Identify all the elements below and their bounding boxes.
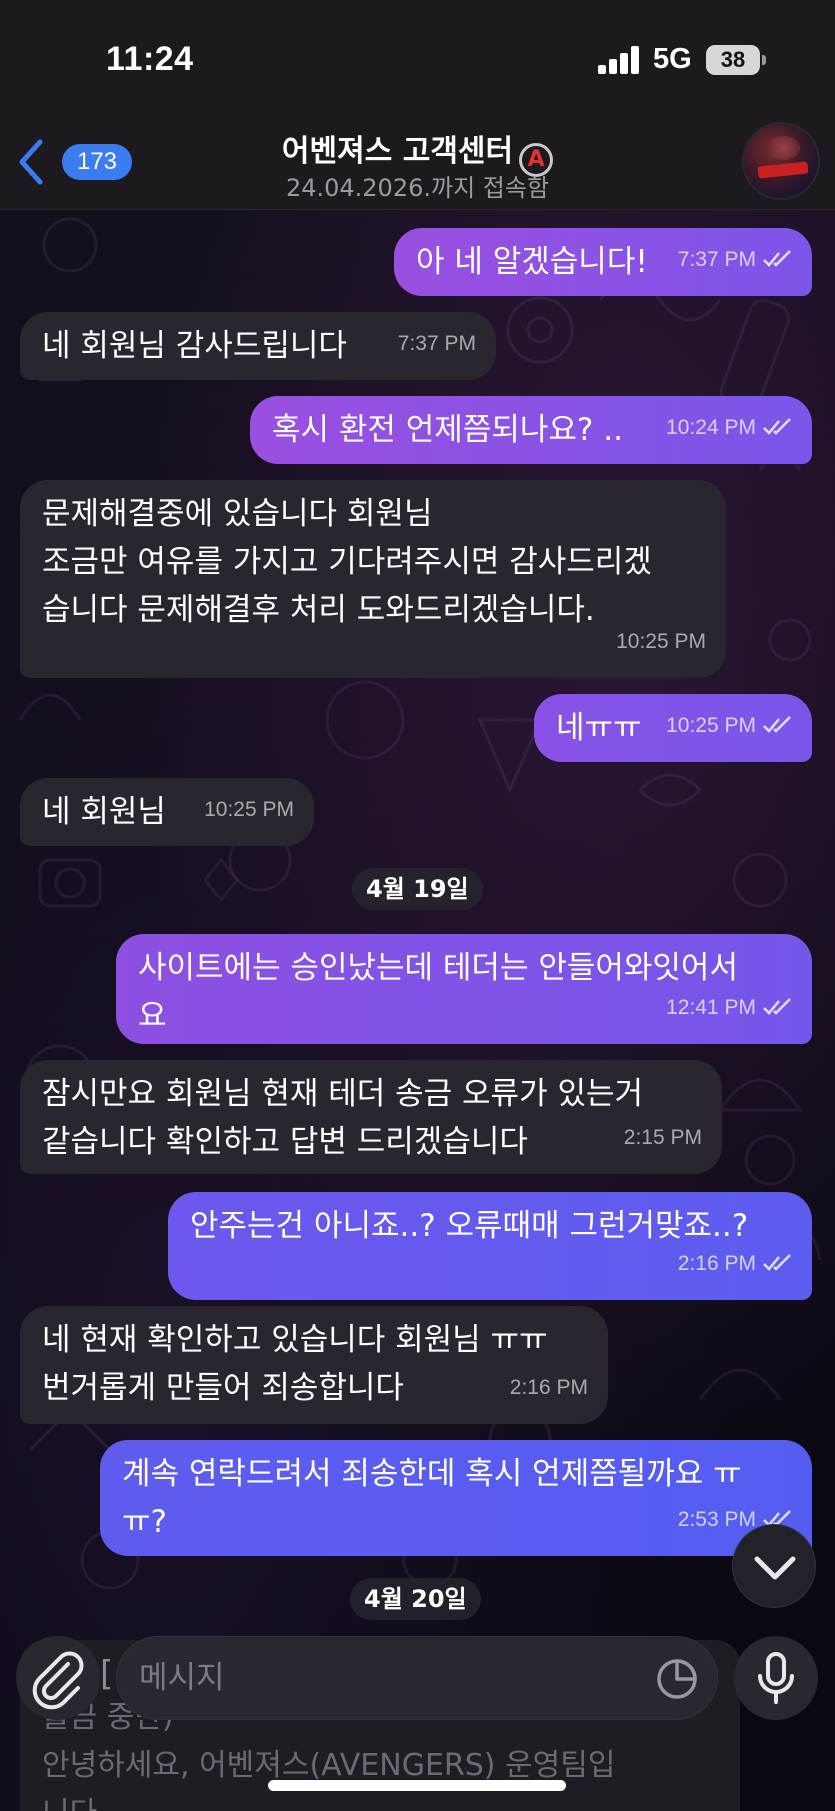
message-meta: 10:25 PM <box>666 702 794 750</box>
preview-fragment: [ <box>100 1654 114 1694</box>
outgoing-message[interactable]: 혹시 환전 언제쯤되나요? .. 10:24 PM <box>250 396 812 464</box>
message-time: 10:25 PM <box>204 798 294 821</box>
outgoing-message[interactable]: 네ㅠㅠ 10:25 PM <box>534 694 812 762</box>
double-check-icon <box>763 418 791 435</box>
message-text: 아 네 알겠습니다! <box>416 244 648 280</box>
message-text: 계속 연락드려서 죄송한데 혹시 언제쯤될까요 ㅠ ㅠ? <box>122 1456 742 1540</box>
message-time: 2:15 PM <box>623 1126 702 1149</box>
message-list: 아 네 알겠습니다! 7:37 PM 네 회원님 감사드립니다 7:37 PM … <box>0 210 835 1630</box>
message-text: 네 회원님 <box>42 794 166 830</box>
chevron-down-icon <box>754 1556 796 1580</box>
message-time: 10:24 PM <box>666 416 756 439</box>
channel-avatar[interactable] <box>742 122 820 200</box>
outgoing-message[interactable]: 계속 연락드려서 죄송한데 혹시 언제쯤될까요 ㅠ ㅠ? 2:53 PM <box>100 1440 812 1556</box>
message-time: 10:25 PM <box>616 630 706 653</box>
incoming-message[interactable]: 네 회원님 10:25 PM <box>20 778 314 846</box>
message-meta: 10:24 PM <box>666 404 794 452</box>
battery-icon: 38 <box>706 45 766 75</box>
message-time: 12:41 PM <box>666 996 756 1019</box>
attach-button[interactable] <box>16 1636 100 1720</box>
message-text: 문제해결중에 있습니다 회원님 조금만 여유를 가지고 기다려주시면 감사드리겠… <box>42 496 652 628</box>
network-type: 5G <box>653 43 692 75</box>
message-text: 잠시만요 회원님 현재 테더 송금 오류가 있는거 같습니다 확인하고 답변 드… <box>42 1076 644 1160</box>
message-field[interactable] <box>139 1637 619 1719</box>
chat-title-text: 어벤져스 고객센터 <box>281 134 514 169</box>
message-meta: 12:41 PM <box>666 984 794 1032</box>
double-check-icon <box>763 998 791 1015</box>
message-text: 안주는건 아니죠..? 오류때매 그런거맞죠..? <box>190 1208 749 1244</box>
signal-icon <box>598 46 640 74</box>
sticker-icon[interactable] <box>655 1657 699 1701</box>
status-time: 11:24 <box>106 40 194 78</box>
date-divider: 4월 19일 <box>352 868 483 910</box>
preview-line: 니다 <box>42 1790 718 1811</box>
scroll-to-bottom-button[interactable] <box>732 1524 816 1608</box>
home-indicator[interactable] <box>268 1780 566 1791</box>
chat-header: 173 어벤져스 고객센터 A 24.04.2026.까지 접속함 <box>0 110 835 210</box>
message-text: 사이트에는 승인났는데 테더는 안들어와잇어서 요 <box>138 950 738 1034</box>
message-input[interactable] <box>116 1636 718 1720</box>
message-time: 7:37 PM <box>677 248 756 271</box>
message-text: 네 회원님 감사드립니다 <box>42 328 347 364</box>
message-text: 네ㅠㅠ <box>556 710 642 746</box>
double-check-icon <box>763 716 791 733</box>
double-check-icon <box>763 1254 791 1271</box>
message-time: 2:16 PM <box>509 1376 588 1399</box>
outgoing-message[interactable]: 사이트에는 승인났는데 테더는 안들어와잇어서 요 12:41 PM <box>116 934 812 1044</box>
message-text: 네 현재 확인하고 있습니다 회원님 ㅠㅠ 번거롭게 만들어 죄송합니다 <box>42 1322 548 1406</box>
message-meta: 7:37 PM <box>678 236 794 284</box>
outgoing-message[interactable]: 안주는건 아니죠..? 오류때매 그런거맞죠..? 2:16 PM <box>168 1192 812 1300</box>
incoming-message[interactable]: 문제해결중에 있습니다 회원님 조금만 여유를 가지고 기다려주시면 감사드리겠… <box>20 480 726 678</box>
message-text: 혹시 환전 언제쯤되나요? .. <box>272 412 623 448</box>
message-time: 7:37 PM <box>397 332 476 355</box>
message-meta: 2:16 PM <box>678 1240 794 1288</box>
date-divider: 4월 20일 <box>350 1578 481 1620</box>
double-check-icon <box>763 250 791 267</box>
last-seen-status: 24.04.2026.까지 접속함 <box>285 174 550 202</box>
message-time: 2:16 PM <box>677 1252 756 1275</box>
status-bar: 11:24 5G 38 <box>0 0 835 110</box>
incoming-message[interactable]: 네 현재 확인하고 있습니다 회원님 ㅠㅠ 번거롭게 만들어 죄송합니다 2:1… <box>20 1306 608 1424</box>
microphone-button[interactable] <box>734 1636 818 1720</box>
paperclip-icon <box>32 1651 84 1710</box>
incoming-message[interactable]: 잠시만요 회원님 현재 테더 송금 오류가 있는거 같습니다 확인하고 답변 드… <box>20 1060 722 1174</box>
incoming-message[interactable]: 네 회원님 감사드립니다 7:37 PM <box>20 312 496 380</box>
message-time: 10:25 PM <box>666 714 756 737</box>
microphone-icon <box>758 1652 794 1704</box>
outgoing-message[interactable]: 아 네 알겠습니다! 7:37 PM <box>394 228 812 296</box>
